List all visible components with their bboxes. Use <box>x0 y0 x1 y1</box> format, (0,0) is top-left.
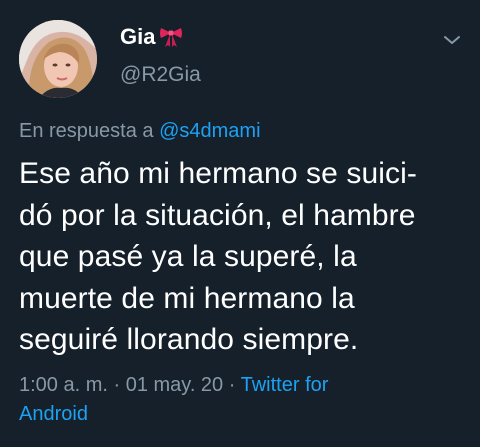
tweet-text-line: dó por la situación, el hambre <box>19 198 416 232</box>
reply-prefix: En respuesta a <box>19 120 160 142</box>
avatar-photo <box>19 20 97 98</box>
tweet-timestamp-date[interactable]: 01 may. 20 <box>126 374 223 396</box>
avatar[interactable] <box>19 20 97 98</box>
display-name[interactable]: Gia <box>120 24 183 50</box>
tweet-source-link-continued[interactable]: Android <box>19 403 88 425</box>
display-name-text[interactable]: Gia <box>120 24 155 50</box>
ribbon-bow-icon <box>160 28 183 47</box>
tweet-text-line: Ese año mi hermano se suici- <box>19 157 417 190</box>
tweet-card: Gia @R2Gia En respuesta a @s4dmami Ese a… <box>0 0 480 447</box>
tweet-text-line: que pasé ya la superé, la <box>19 240 357 273</box>
meta-separator: · <box>107 374 126 396</box>
tweet-metadata: 1:00 a. m. · 01 may. 20 · Twitter for And… <box>19 371 459 429</box>
meta-separator: · <box>223 374 241 396</box>
tweet-text-line: seguiré llorando siempre. <box>19 323 359 356</box>
tweet-source-link[interactable]: Twitter for <box>241 374 329 396</box>
user-handle[interactable]: @R2Gia <box>120 62 201 88</box>
tweet-timestamp-time[interactable]: 1:00 a. m. <box>19 374 108 396</box>
reply-context: En respuesta a @s4dmami <box>19 118 261 144</box>
chevron-down-icon[interactable] <box>442 30 462 50</box>
reply-mention-link[interactable]: @s4dmami <box>159 120 260 142</box>
tweet-text: Ese año mi hermano se suici- dó por la s… <box>19 153 469 361</box>
tweet-text-line: muerte de mi hermano la <box>19 281 355 315</box>
